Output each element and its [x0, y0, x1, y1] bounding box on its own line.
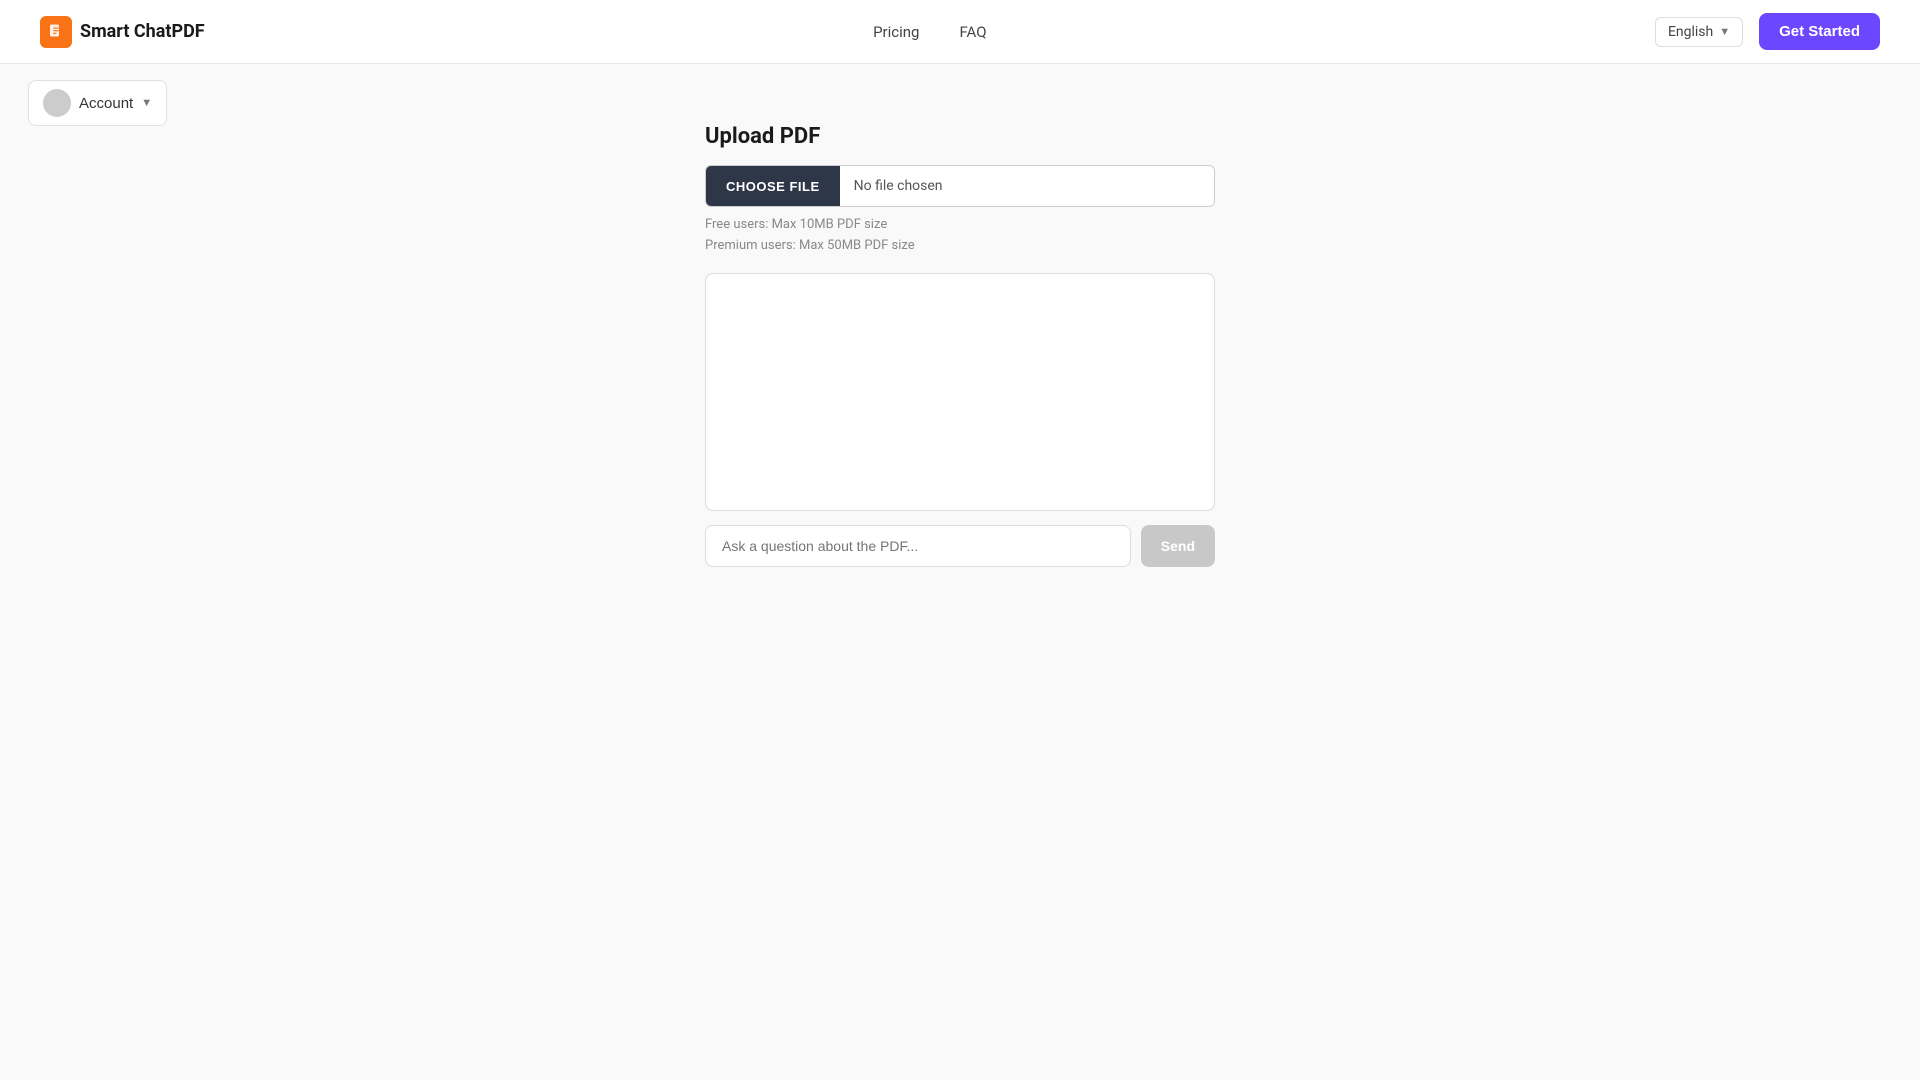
chat-input[interactable]	[705, 525, 1131, 567]
account-area: Account ▼	[28, 80, 167, 126]
main-content: Upload PDF CHOOSE FILE No file chosen Fr…	[0, 64, 1920, 567]
faq-link[interactable]: FAQ	[959, 23, 986, 41]
account-label: Account	[79, 95, 133, 112]
header-actions: English ▼ Get Started	[1655, 13, 1880, 50]
account-button[interactable]: Account ▼	[28, 80, 167, 126]
choose-file-button[interactable]: CHOOSE FILE	[706, 166, 840, 206]
avatar	[43, 89, 71, 117]
pdf-preview-area	[705, 273, 1215, 511]
upload-title: Upload PDF	[705, 124, 1215, 149]
send-button[interactable]: Send	[1141, 525, 1215, 567]
get-started-button[interactable]: Get Started	[1759, 13, 1880, 50]
hint-premium: Premium users: Max 50MB PDF size	[705, 236, 1215, 257]
file-name-display: No file chosen	[840, 166, 1214, 206]
pricing-link[interactable]: Pricing	[873, 23, 919, 41]
header: Smart ChatPDF Pricing FAQ English ▼ Get …	[0, 0, 1920, 64]
brand-name: Smart ChatPDF	[80, 21, 205, 42]
logo-icon	[40, 16, 72, 48]
file-hints: Free users: Max 10MB PDF size Premium us…	[705, 215, 1215, 257]
hint-free: Free users: Max 10MB PDF size	[705, 215, 1215, 236]
main-nav: Pricing FAQ	[873, 23, 986, 41]
language-selector[interactable]: English ▼	[1655, 17, 1743, 47]
brand-area: Smart ChatPDF	[40, 16, 205, 48]
file-input-row: CHOOSE FILE No file chosen	[705, 165, 1215, 207]
language-label: English	[1668, 24, 1713, 40]
chevron-down-icon: ▼	[1719, 25, 1730, 38]
upload-section: Upload PDF CHOOSE FILE No file chosen Fr…	[705, 124, 1215, 567]
chevron-down-icon: ▼	[141, 97, 152, 109]
chat-input-row: Send	[705, 525, 1215, 567]
